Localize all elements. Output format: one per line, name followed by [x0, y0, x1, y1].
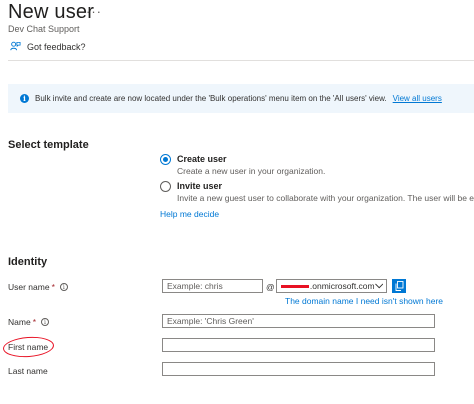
user-name-info-icon[interactable]: i — [59, 283, 68, 291]
page-subtitle: Dev Chat Support — [8, 24, 80, 34]
invite-user-radio[interactable] — [160, 181, 171, 192]
view-all-users-link[interactable]: View all users — [393, 94, 442, 103]
feedback-icon — [10, 41, 21, 51]
domain-annotation-note: The domain name I need isn't shown here — [285, 296, 444, 306]
select-template-heading: Select template — [8, 139, 89, 151]
last-name-label: Last name — [8, 366, 48, 376]
name-label-text: Name — [8, 317, 31, 327]
user-name-label-text: User name — [8, 282, 50, 292]
redaction-mark — [281, 284, 309, 288]
required-mark: * — [51, 282, 55, 292]
feedback-button[interactable]: Got feedback? — [10, 41, 86, 52]
copy-button[interactable] — [392, 279, 406, 293]
last-name-input[interactable] — [162, 362, 435, 376]
create-user-radio[interactable] — [160, 154, 171, 165]
help-me-decide-link[interactable]: Help me decide — [160, 209, 219, 219]
header-divider — [8, 60, 474, 61]
chevron-down-icon — [374, 283, 383, 289]
info-icon: i — [20, 94, 29, 103]
invite-user-description: Invite a new guest user to collaborate w… — [177, 193, 474, 203]
domain-suffix: .onmicrosoft.com — [309, 281, 375, 291]
user-name-input[interactable] — [162, 279, 263, 293]
required-mark: * — [32, 317, 36, 327]
user-name-label: User name * i — [8, 282, 68, 292]
create-user-description: Create a new user in your organization. — [177, 166, 326, 176]
copy-icon — [395, 281, 403, 291]
create-user-label: Create user — [177, 154, 227, 164]
domain-dropdown[interactable]: .onmicrosoft.com — [276, 279, 387, 293]
page-title: New user — [8, 1, 95, 23]
info-banner: i Bulk invite and create are now located… — [8, 84, 474, 113]
name-input[interactable] — [162, 314, 435, 328]
annotation-circle — [2, 335, 55, 359]
first-name-input[interactable] — [162, 338, 435, 352]
more-options-icon[interactable]: ··· — [86, 4, 102, 19]
name-label: Name * i — [8, 317, 49, 327]
at-symbol: @ — [266, 282, 275, 292]
identity-heading: Identity — [8, 256, 48, 268]
name-info-icon[interactable]: i — [41, 318, 49, 326]
feedback-label: Got feedback? — [27, 41, 86, 52]
invite-user-label: Invite user — [177, 181, 223, 191]
banner-text: Bulk invite and create are now located u… — [35, 94, 387, 103]
